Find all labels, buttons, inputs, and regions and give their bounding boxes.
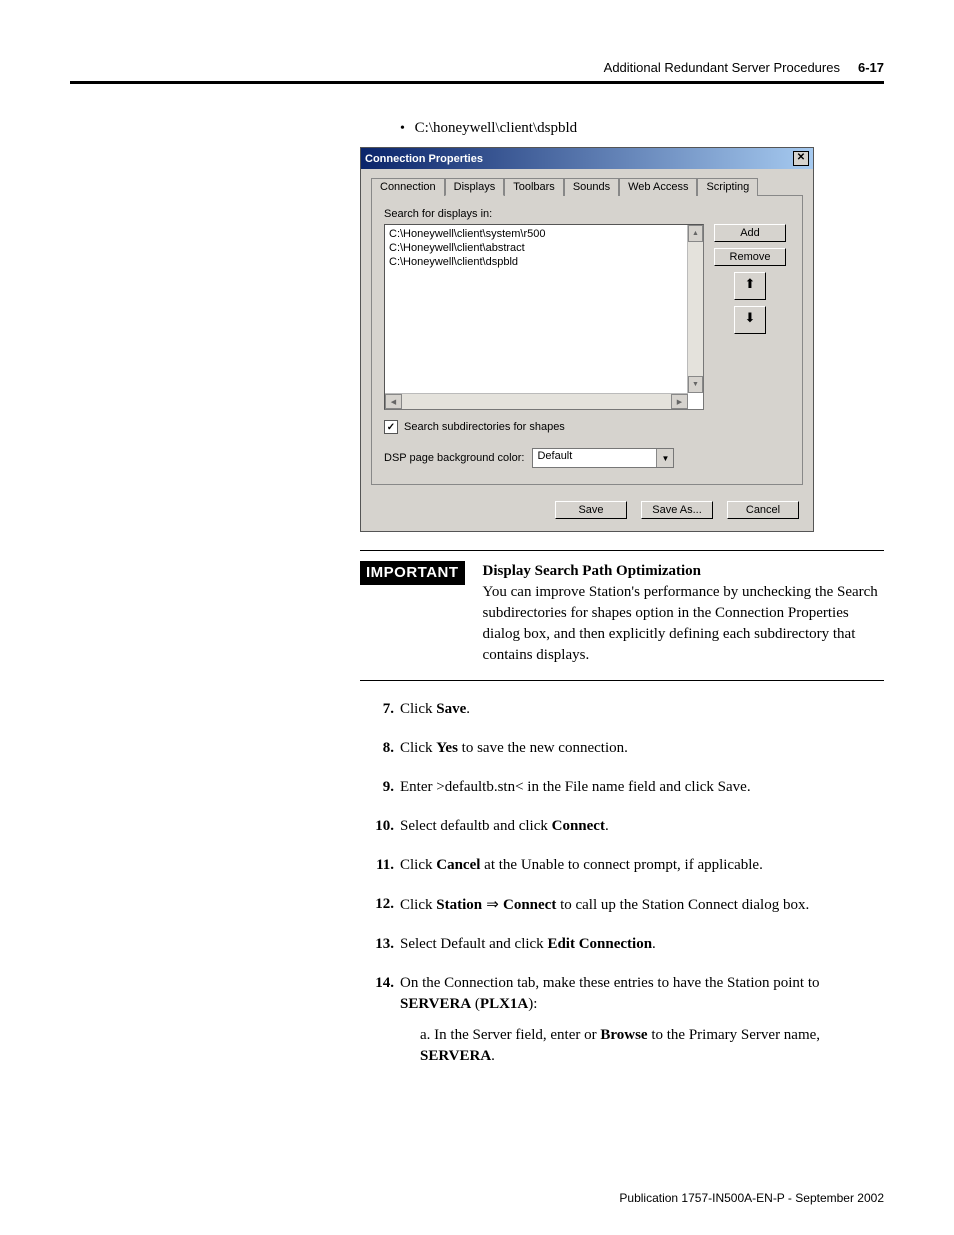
step-number: 14.: [360, 973, 394, 1067]
tab-displays[interactable]: Displays: [445, 178, 505, 196]
scroll-right-icon[interactable]: ▶: [671, 394, 688, 409]
scroll-down-icon[interactable]: ▼: [688, 376, 703, 393]
displays-path-list[interactable]: C:\Honeywell\client\system\r500 C:\Honey…: [384, 224, 704, 410]
bullet-dot: •: [400, 121, 405, 136]
close-icon[interactable]: ✕: [793, 151, 809, 166]
step-text: On the Connection tab, make these entrie…: [400, 973, 884, 1067]
important-text: Display Search Path Optimization You can…: [483, 561, 884, 666]
step-text: Enter >defaultb.stn< in the File name fi…: [400, 777, 884, 798]
section-rule-top: [360, 550, 884, 551]
important-title: Display Search Path Optimization: [483, 563, 701, 579]
tab-webaccess[interactable]: Web Access: [619, 178, 697, 196]
horizontal-scrollbar[interactable]: ◀ ▶: [385, 393, 688, 409]
dialog-titlebar: Connection Properties ✕: [361, 148, 813, 169]
step-text: Select defaultb and click Connect.: [400, 816, 884, 837]
scroll-left-icon[interactable]: ◀: [385, 394, 402, 409]
list-item[interactable]: C:\Honeywell\client\abstract: [389, 241, 699, 255]
add-button[interactable]: Add: [714, 224, 786, 242]
cancel-button[interactable]: Cancel: [727, 501, 799, 519]
tab-sounds[interactable]: Sounds: [564, 178, 619, 196]
bg-color-value: Default: [533, 449, 656, 467]
tab-panel: Search for displays in: C:\Honeywell\cli…: [371, 195, 803, 485]
step-number: 12.: [360, 894, 394, 916]
move-up-button[interactable]: ⬆: [734, 272, 766, 300]
bullet-text: C:\honeywell\client\dspbld: [415, 120, 577, 136]
tab-scripting[interactable]: Scripting: [697, 178, 758, 196]
remove-button[interactable]: Remove: [714, 248, 786, 266]
sub-step-letter: a.: [420, 1027, 430, 1043]
header-rule: [70, 81, 884, 84]
vertical-scrollbar[interactable]: ▲ ▼: [687, 225, 703, 393]
page-number: 6-17: [858, 60, 884, 75]
dialog-title: Connection Properties: [365, 153, 483, 165]
search-label: Search for displays in:: [384, 208, 790, 220]
list-item[interactable]: C:\Honeywell\client\dspbld: [389, 255, 699, 269]
step-number: 13.: [360, 934, 394, 955]
save-button[interactable]: Save: [555, 501, 627, 519]
bg-color-select[interactable]: Default ▼: [532, 448, 674, 468]
tab-toolbars[interactable]: Toolbars: [504, 178, 564, 196]
step-text: Click Save.: [400, 699, 884, 720]
search-subdirs-checkbox[interactable]: ✓: [384, 420, 398, 434]
save-as-button[interactable]: Save As...: [641, 501, 713, 519]
bullet-item: • C:\honeywell\client\dspbld: [400, 120, 884, 137]
step-number: 8.: [360, 738, 394, 759]
step-text: Click Yes to save the new connection.: [400, 738, 884, 759]
important-badge: IMPORTANT: [360, 561, 465, 585]
step-number: 10.: [360, 816, 394, 837]
important-body: You can improve Station's performance by…: [483, 584, 878, 663]
step-number: 11.: [360, 855, 394, 876]
step-text: Click Station ⇒ Connect to call up the S…: [400, 894, 884, 916]
running-header: Additional Redundant Server Procedures: [604, 60, 840, 75]
tab-connection[interactable]: Connection: [371, 178, 445, 196]
search-subdirs-label: Search subdirectories for shapes: [404, 421, 565, 433]
chevron-down-icon[interactable]: ▼: [656, 449, 673, 467]
list-item[interactable]: C:\Honeywell\client\system\r500: [389, 227, 699, 241]
section-rule-bottom: [360, 680, 884, 681]
step-text: Click Cancel at the Unable to connect pr…: [400, 855, 884, 876]
tab-strip: Connection Displays Toolbars Sounds Web …: [371, 177, 803, 195]
step-number: 7.: [360, 699, 394, 720]
step-text: Select Default and click Edit Connection…: [400, 934, 884, 955]
sub-step: a. In the Server field, enter or Browse …: [420, 1025, 884, 1067]
connection-properties-dialog: Connection Properties ✕ Connection Displ…: [360, 147, 814, 532]
bg-color-label: DSP page background color:: [384, 452, 524, 464]
scroll-up-icon[interactable]: ▲: [688, 225, 703, 242]
step-list: 7. Click Save. 8. Click Yes to save the …: [360, 699, 884, 1067]
publication-footer: Publication 1757-IN500A-EN-P - September…: [619, 1191, 884, 1205]
step-number: 9.: [360, 777, 394, 798]
move-down-button[interactable]: ⬇: [734, 306, 766, 334]
